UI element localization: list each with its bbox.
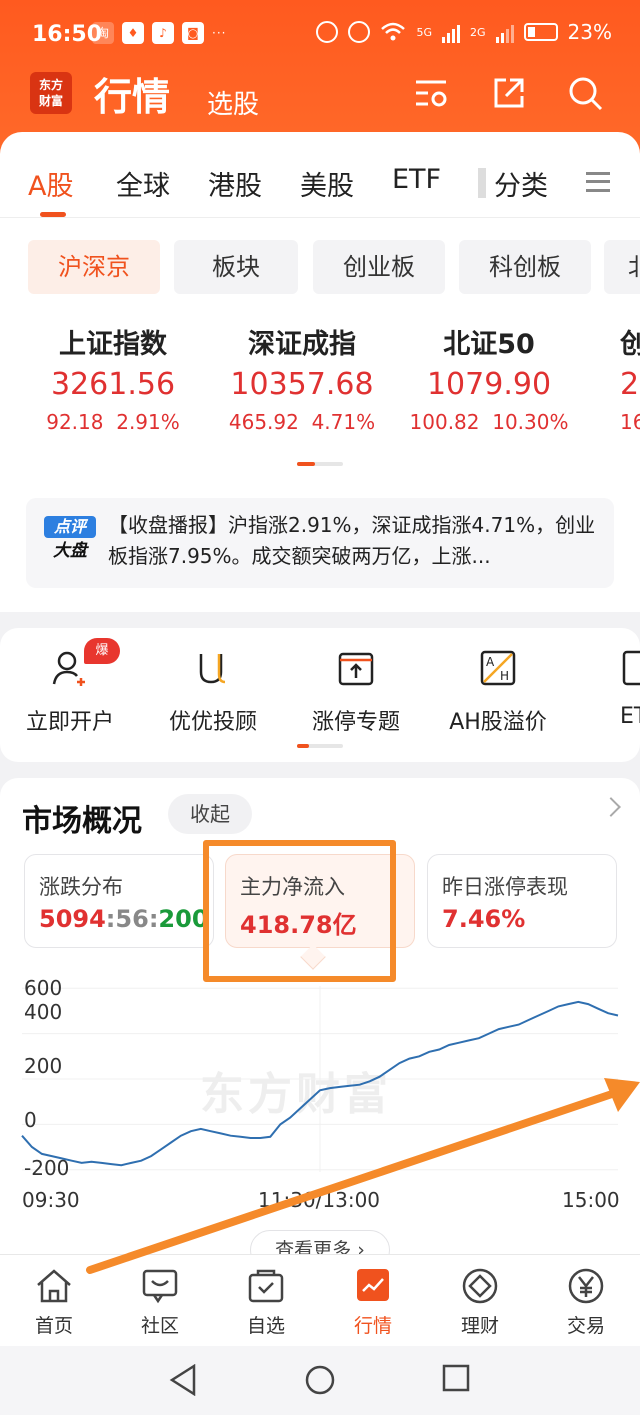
annotation-highlight-box: [203, 840, 396, 982]
chart-plot: [21, 986, 619, 1172]
eastmoney-logo[interactable]: 东方 财富: [30, 72, 72, 114]
x-tick-label: 09:30: [22, 1188, 80, 1212]
quick-entries: 立即开户 爆 优优投顾 涨停专题 AH AH股溢价 ET: [0, 628, 640, 762]
tab-hk[interactable]: 港股: [208, 164, 262, 203]
stock-picker-link[interactable]: 选股: [207, 84, 259, 121]
svg-text:A: A: [486, 655, 495, 669]
recents-icon[interactable]: [442, 1364, 470, 1392]
shield-app-icon: ♦: [122, 22, 144, 44]
taobao-icon: 淘: [92, 22, 114, 44]
sub-market-chips: 沪深京 板块 创业板 科创板 北: [0, 240, 640, 294]
nav-trade[interactable]: 交易: [546, 1267, 626, 1338]
status-bar: 16:50 淘 ♦ ♪ ◙ ··· 5G 2G 23%: [0, 0, 640, 70]
bottom-nav: 首页 社区 自选 行情 理财 交易: [0, 1254, 640, 1346]
market-comment-badge: 点评 大盘: [44, 516, 96, 568]
uu-advisor-entry[interactable]: 优优投顾: [143, 648, 283, 736]
market-news-banner[interactable]: 点评 大盘 【收盘播报】沪指涨2.91%，深证成指涨4.71%，创业板指涨7.9…: [26, 498, 614, 588]
y-tick-label: 400: [24, 1000, 63, 1024]
index-chinext[interactable]: 创 2 161: [620, 322, 640, 434]
nav-home[interactable]: 首页: [14, 1267, 94, 1338]
collapse-button[interactable]: 收起: [168, 794, 252, 834]
x-tick-label: 15:00: [562, 1188, 620, 1212]
notification-icons: 淘 ♦ ♪ ◙ ···: [92, 22, 226, 44]
watchlist-icon: [248, 1269, 284, 1303]
nav-community[interactable]: 社区: [120, 1267, 200, 1338]
y-tick-label: 0: [24, 1108, 37, 1132]
battery-percent: 23%: [567, 20, 612, 44]
back-icon[interactable]: [168, 1364, 198, 1396]
x-tick-label: 11:30/13:00: [258, 1188, 381, 1212]
limit-up-entry[interactable]: 涨停专题: [286, 648, 426, 736]
alarm-icon: [348, 21, 371, 43]
tab-us[interactable]: 美股: [300, 164, 354, 203]
entries-pager: [297, 744, 343, 748]
menu-icon[interactable]: [586, 172, 610, 192]
y-tick-label: -200: [24, 1156, 70, 1180]
page-title[interactable]: 行情: [94, 66, 170, 121]
more-notifications-icon: ···: [212, 26, 227, 40]
home-icon: [37, 1269, 71, 1303]
open-account-entry[interactable]: 立即开户: [0, 648, 140, 736]
ah-premium-icon: AH: [480, 650, 516, 686]
stat-yesterday-limit-up[interactable]: 昨日涨停表现 7.46%: [427, 854, 617, 948]
y-tick-label: 600: [24, 976, 63, 1000]
wealth-icon: [462, 1268, 498, 1304]
market-overview-card: 市场概况 收起 涨跌分布 5094:56:200 主力净流入 418.78亿 昨…: [0, 778, 640, 1298]
chip-star-market[interactable]: 科创板: [459, 240, 591, 294]
tab-a-shares[interactable]: A股: [28, 164, 73, 203]
chat-bubble-icon: [142, 1269, 178, 1304]
share-icon[interactable]: [490, 74, 528, 112]
index-strip: 上证指数 3261.56 92.18 2.91% 深证成指 10357.68 4…: [0, 322, 640, 442]
chip-gem[interactable]: 创业板: [313, 240, 445, 294]
market-card: A股 全球 港股 美股 ETF 分类 沪深京 板块 创业板 科创板 北 上证指数…: [0, 132, 640, 612]
index-szse[interactable]: 深证成指 10357.68 465.92 4.71%: [207, 322, 397, 434]
search-icon[interactable]: [566, 74, 604, 112]
system-indicators: 5G 2G 23%: [316, 20, 612, 44]
tab-divider: [478, 168, 486, 198]
limit-up-icon: [338, 652, 374, 686]
market-chart-icon: [357, 1269, 389, 1301]
system-nav-bar: [0, 1346, 640, 1415]
home-circle-icon[interactable]: [304, 1364, 336, 1396]
nfc-icon: [316, 21, 339, 43]
index-sse[interactable]: 上证指数 3261.56 92.18 2.91%: [18, 322, 208, 434]
chat-app-icon: ◙: [182, 22, 204, 44]
signal-2g-label: 2G: [470, 25, 486, 39]
yen-coin-icon: [568, 1268, 604, 1304]
tab-global[interactable]: 全球: [116, 164, 170, 203]
tab-category[interactable]: 分类: [494, 164, 548, 203]
screen: 16:50 淘 ♦ ♪ ◙ ··· 5G 2G 23% 东方 财富 行情 选股: [0, 0, 640, 1415]
etf-entry[interactable]: ET: [570, 648, 640, 729]
etf-icon: [622, 650, 640, 686]
tab-active-indicator: [40, 212, 66, 217]
wifi-icon: [381, 22, 406, 41]
hot-badge: 爆: [84, 638, 120, 664]
battery-icon: [523, 23, 558, 41]
chip-hushenjing[interactable]: 沪深京: [28, 240, 160, 294]
nav-market[interactable]: 行情: [333, 1267, 413, 1338]
y-tick-label: 200: [24, 1054, 63, 1078]
news-text: 【收盘播报】沪指涨2.91%，深证成指涨4.71%，创业板指涨7.95%。成交额…: [108, 513, 596, 568]
nav-watchlist[interactable]: 自选: [226, 1267, 306, 1338]
uu-advisor-icon: [199, 654, 226, 684]
index-bse50[interactable]: 北证50 1079.90 100.82 10.30%: [394, 322, 584, 434]
nav-wealth[interactable]: 理财: [440, 1267, 520, 1338]
chevron-right-icon[interactable]: [601, 797, 621, 817]
tab-etf[interactable]: ETF: [392, 164, 441, 195]
net-inflow-chart[interactable]: 东方财富 600 400 200 0 -200 09:30 11:30/13:0…: [0, 972, 640, 1222]
signal-bars-2-icon: [495, 21, 514, 43]
svg-text:H: H: [500, 669, 509, 683]
market-overview-title: 市场概况: [22, 804, 142, 839]
stat-advance-decline[interactable]: 涨跌分布 5094:56:200: [24, 854, 214, 948]
ah-premium-entry[interactable]: AH AH股溢价: [428, 648, 568, 736]
signal-bars-icon: [442, 21, 461, 43]
chip-beijing[interactable]: 北: [604, 240, 640, 294]
settings-list-icon[interactable]: [412, 74, 450, 112]
tiktok-icon: ♪: [152, 22, 174, 44]
signal-5g-label: 5G: [416, 25, 433, 39]
market-tabs: A股 全球 港股 美股 ETF 分类: [0, 132, 640, 218]
index-pager: [297, 462, 343, 466]
chip-sector[interactable]: 板块: [174, 240, 298, 294]
app-bar: 东方 财富 行情 选股: [0, 62, 640, 132]
